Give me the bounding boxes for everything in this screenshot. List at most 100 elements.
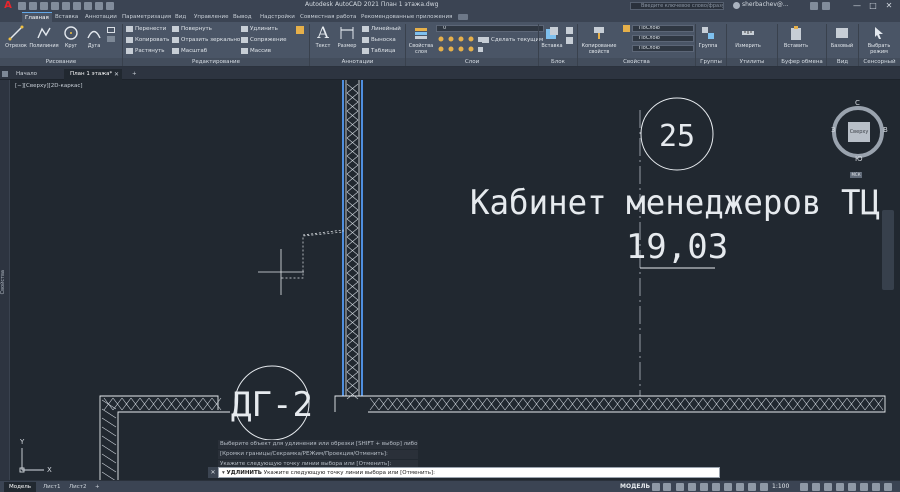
scale-button[interactable]: Масштаб bbox=[172, 47, 207, 55]
properties-panel-title[interactable]: Свойства bbox=[578, 58, 695, 66]
minimize-button[interactable]: — bbox=[850, 0, 864, 12]
room-area[interactable]: 19,03 bbox=[626, 227, 728, 267]
lineweight-icon[interactable] bbox=[724, 483, 732, 491]
selected-wall[interactable] bbox=[342, 80, 363, 400]
command-input[interactable]: ▾ УДЛИНИТЬ Укажите следующую точку линии… bbox=[218, 467, 720, 478]
hatch-icon[interactable] bbox=[107, 36, 115, 42]
ortho-icon[interactable] bbox=[676, 483, 684, 491]
compass-south[interactable]: Ю bbox=[855, 155, 863, 163]
cart-icon[interactable] bbox=[810, 2, 818, 10]
annotation-visibility-icon[interactable] bbox=[760, 483, 768, 491]
plus-icon[interactable] bbox=[812, 483, 820, 491]
viewcube-top-face[interactable]: Сверху bbox=[848, 122, 870, 142]
color-select[interactable]: ПоСлою bbox=[632, 25, 694, 32]
utilities-panel-title[interactable]: Утилиты bbox=[727, 58, 777, 66]
search-input[interactable]: Введите ключевое слово/фразу bbox=[630, 2, 724, 10]
viewcube[interactable]: Сверху С Ю З В bbox=[826, 99, 890, 164]
groups-panel-title[interactable]: Группы bbox=[696, 58, 726, 66]
measure-button[interactable]: Измерить bbox=[730, 24, 766, 56]
tab-annotate[interactable]: Аннотации bbox=[82, 12, 120, 22]
erase-icon[interactable] bbox=[296, 26, 304, 34]
undo-icon[interactable] bbox=[84, 2, 92, 10]
tab-model[interactable]: Модель bbox=[4, 482, 37, 492]
layer-select[interactable]: 0 bbox=[436, 25, 544, 32]
fillet-button[interactable]: Сопряжение bbox=[241, 36, 287, 44]
new-file-icon[interactable] bbox=[18, 2, 26, 10]
tab-layout1[interactable]: Лист1 bbox=[38, 482, 65, 492]
isolate-icon[interactable] bbox=[860, 483, 868, 491]
leader-button[interactable]: Выноска bbox=[362, 36, 396, 44]
tab-output[interactable]: Вывод bbox=[230, 12, 255, 22]
select-mode-button[interactable]: Выбрать режим bbox=[862, 24, 896, 56]
draw-extra-tools[interactable] bbox=[106, 26, 120, 54]
viewport-controls[interactable]: [−][Сверху][2D-каркас] bbox=[15, 83, 83, 89]
view-panel-title[interactable]: Вид bbox=[827, 58, 858, 66]
drawing-canvas[interactable]: 25 Кабинет менеджеров ТЦ 19,03 ДГ-2 Y X bbox=[11, 80, 900, 480]
insert-block-button[interactable]: Вставка bbox=[540, 24, 564, 56]
transparency-icon[interactable] bbox=[736, 483, 744, 491]
lineweight-select[interactable]: ПоСлою bbox=[632, 35, 694, 42]
web-icon[interactable] bbox=[62, 2, 70, 10]
selection-cycling-icon[interactable] bbox=[748, 483, 756, 491]
dimension-button[interactable]: Размер bbox=[334, 24, 360, 56]
arc-button[interactable]: Дуга bbox=[83, 24, 105, 56]
customize-icon[interactable] bbox=[884, 483, 892, 491]
room-name[interactable]: Кабинет менеджеров ТЦ bbox=[470, 183, 880, 223]
redo-icon[interactable] bbox=[95, 2, 103, 10]
drawing-svg[interactable]: 25 Кабинет менеджеров ТЦ 19,03 ДГ-2 Y X bbox=[11, 80, 900, 480]
base-view-button[interactable]: Базовый bbox=[828, 24, 856, 56]
draw-panel-title[interactable]: Рисование bbox=[0, 58, 122, 66]
make-current-button[interactable]: Сделать текущим bbox=[482, 36, 543, 44]
create-block-icon[interactable] bbox=[566, 27, 573, 34]
annotation-panel-title[interactable]: Аннотации bbox=[310, 58, 405, 66]
array-button[interactable]: Массив bbox=[241, 47, 271, 55]
compass-east[interactable]: В bbox=[883, 126, 888, 134]
share-icon[interactable] bbox=[106, 2, 114, 10]
navigation-bar[interactable] bbox=[882, 210, 894, 290]
block-panel-title[interactable]: Блок bbox=[539, 58, 577, 66]
tab-featured-apps[interactable]: Рекомендованные приложения bbox=[358, 12, 455, 22]
tab-addins[interactable]: Надстройки bbox=[257, 12, 298, 22]
mirror-button[interactable]: Отразить зеркально bbox=[172, 36, 240, 44]
osnap-icon[interactable] bbox=[700, 483, 708, 491]
new-layout-button[interactable]: + bbox=[90, 482, 105, 492]
linetype-select[interactable]: ПоСлою bbox=[632, 45, 694, 52]
circle-button[interactable]: Круг bbox=[60, 24, 82, 56]
tab-parametric[interactable]: Параметризация bbox=[119, 12, 174, 22]
tab-manage[interactable]: Управление bbox=[191, 12, 232, 22]
tab-layout2[interactable]: Лист2 bbox=[64, 482, 91, 492]
open-file-icon[interactable] bbox=[29, 2, 37, 10]
rectangle-icon[interactable] bbox=[107, 27, 115, 33]
copy-button[interactable]: Копировать bbox=[126, 36, 169, 44]
print-icon[interactable] bbox=[73, 2, 81, 10]
tab-start[interactable]: Начало bbox=[10, 69, 43, 80]
ribbon-toggle-icon[interactable] bbox=[458, 14, 468, 20]
menu-icon[interactable] bbox=[2, 71, 8, 77]
save-icon[interactable] bbox=[40, 2, 48, 10]
paste-button[interactable]: Вставить bbox=[780, 24, 812, 56]
tab-insert[interactable]: Вставка bbox=[52, 12, 81, 22]
save-as-icon[interactable] bbox=[51, 2, 59, 10]
maximize-button[interactable]: □ bbox=[866, 0, 880, 12]
close-button[interactable]: ✕ bbox=[882, 0, 896, 12]
layers-panel-title[interactable]: Слои bbox=[406, 58, 538, 66]
modify-panel-title[interactable]: Редактирование bbox=[123, 58, 309, 66]
text-button[interactable]: A Текст bbox=[312, 24, 334, 56]
tab-view[interactable]: Вид bbox=[172, 12, 189, 22]
tab-collaborate[interactable]: Совместная работа bbox=[297, 12, 359, 22]
help-icon[interactable] bbox=[822, 2, 830, 10]
polar-icon[interactable] bbox=[688, 483, 696, 491]
autocad-logo-icon[interactable]: A bbox=[3, 0, 13, 12]
snap-icon[interactable] bbox=[663, 483, 671, 491]
table-button[interactable]: Таблица bbox=[362, 47, 395, 55]
edit-block-icon[interactable] bbox=[566, 37, 573, 44]
touch-panel-title[interactable]: Сенсорный bbox=[859, 58, 900, 66]
stretch-button[interactable]: Растянуть bbox=[126, 47, 165, 55]
model-space-toggle[interactable]: МОДЕЛЬ bbox=[620, 482, 650, 492]
wcs-menu[interactable]: МСК bbox=[850, 172, 862, 178]
tab-home[interactable]: Главная bbox=[22, 12, 52, 22]
close-tab-icon[interactable]: ✕ bbox=[114, 71, 119, 78]
linear-dim-button[interactable]: Линейный bbox=[362, 25, 401, 33]
trim-extend-button[interactable]: Удлинить bbox=[241, 25, 278, 33]
polyline-button[interactable]: Полилиния bbox=[29, 24, 59, 56]
